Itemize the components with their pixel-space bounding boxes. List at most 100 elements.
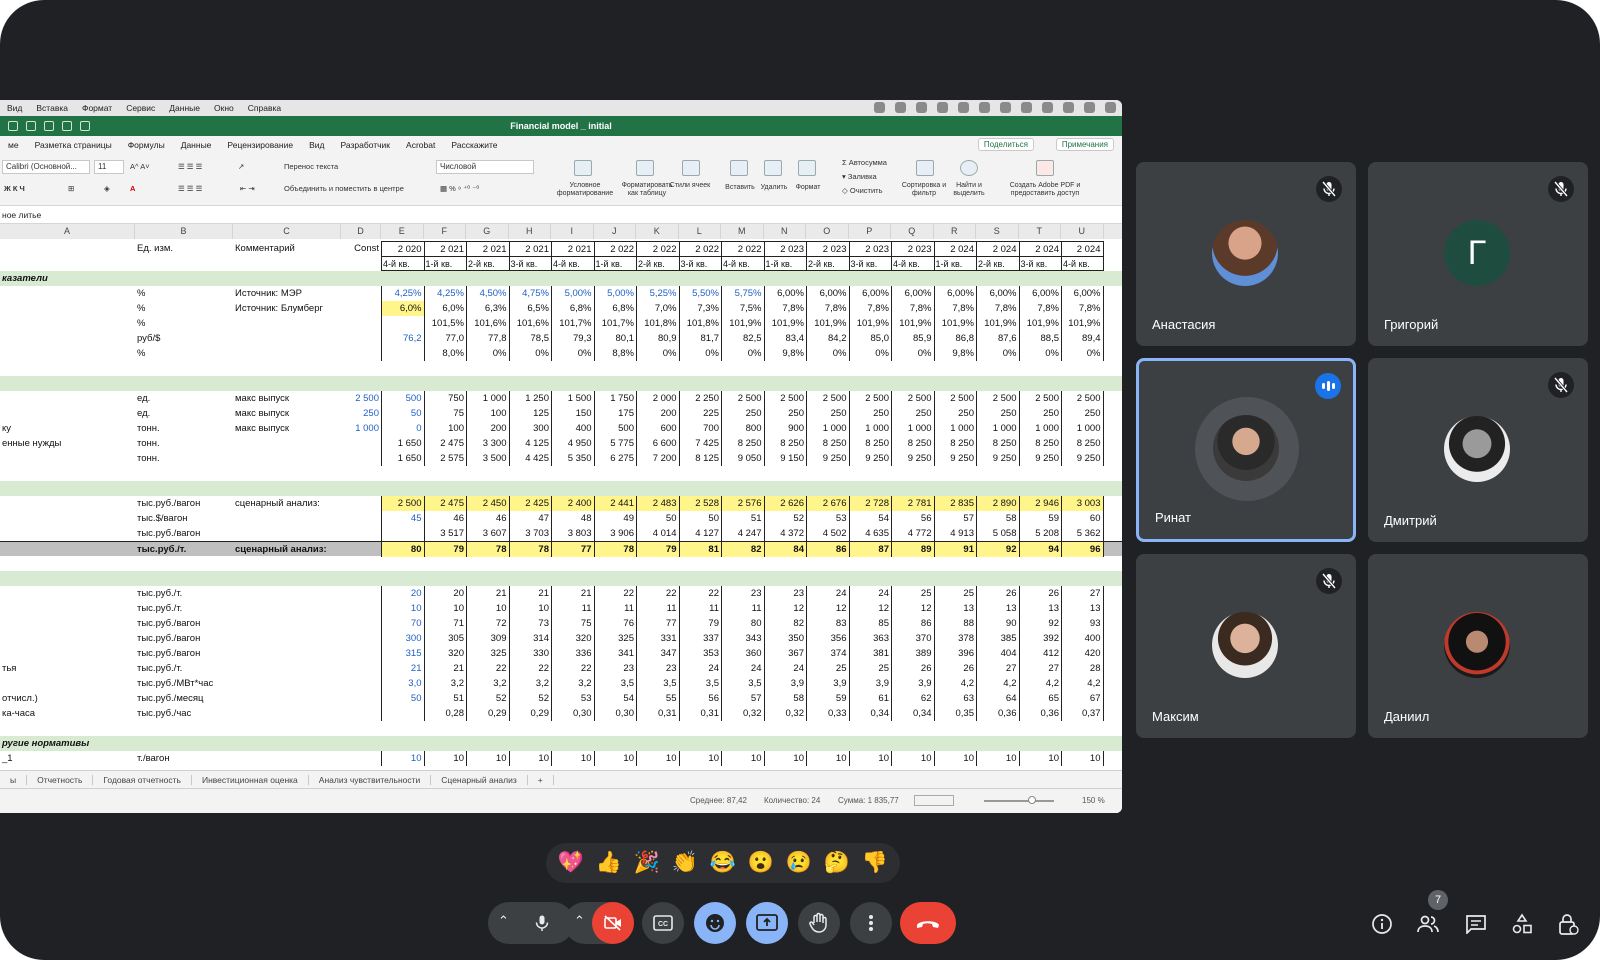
value-cell[interactable]: 71 (423, 616, 467, 631)
participant-tile[interactable]: Максим (1136, 554, 1356, 738)
value-cell[interactable]: 9 250 (1018, 451, 1062, 466)
value-cell[interactable]: 0,30 (593, 706, 637, 721)
value-cell[interactable]: 92 (976, 542, 1019, 557)
value-cell[interactable]: 7 425 (678, 436, 722, 451)
value-cell[interactable]: 420 (1061, 646, 1104, 661)
value-cell[interactable] (381, 316, 424, 331)
value-cell[interactable]: 87,6 (976, 331, 1019, 346)
value-cell[interactable]: 4,25% (423, 286, 467, 301)
value-cell[interactable]: 4,2 (1061, 676, 1104, 691)
value-cell[interactable]: 75 (423, 406, 467, 421)
value-cell[interactable]: 4 502 (806, 526, 849, 541)
value-cell[interactable]: 6,00% (891, 286, 934, 301)
value-cell[interactable]: 63 (933, 691, 977, 706)
value-cell[interactable]: 250 (721, 406, 764, 421)
value-cell[interactable]: 1 000 (466, 391, 509, 406)
value-cell[interactable]: 2 250 (678, 391, 722, 406)
value-cell[interactable]: 9 250 (933, 451, 977, 466)
value-cell[interactable]: 6 600 (636, 436, 679, 451)
value-cell[interactable]: 2 475 (423, 496, 466, 511)
value-cell[interactable]: 6,00% (806, 286, 849, 301)
value-cell[interactable]: 13 (933, 601, 977, 616)
value-cell[interactable]: 3,2 (466, 676, 509, 691)
value-cell[interactable]: 60 (1061, 511, 1104, 526)
participant-tile[interactable]: Анастасия (1136, 162, 1356, 346)
value-cell[interactable]: 58 (763, 691, 807, 706)
value-cell[interactable]: 500 (593, 421, 637, 436)
value-cell[interactable]: 79 (423, 542, 466, 557)
value-cell[interactable]: 8 250 (891, 436, 934, 451)
value-cell[interactable]: 250 (933, 406, 977, 421)
value-cell[interactable]: 78 (466, 542, 509, 557)
value-cell[interactable]: 12 (763, 601, 807, 616)
value-cell[interactable]: 7,8% (891, 301, 934, 316)
value-cell[interactable]: 0,30 (551, 706, 594, 721)
value-cell[interactable]: 77,0 (423, 331, 467, 346)
value-cell[interactable]: 27 (1018, 661, 1062, 676)
reaction-thumbs-down[interactable]: 👎 (862, 851, 888, 875)
value-cell[interactable]: 80 (721, 616, 764, 631)
value-cell[interactable]: 7,8% (763, 301, 807, 316)
value-cell[interactable]: 396 (933, 646, 977, 661)
value-cell[interactable]: 4,50% (466, 286, 509, 301)
value-cell[interactable]: 8 250 (933, 436, 977, 451)
value-cell[interactable]: 0% (721, 346, 764, 361)
value-cell[interactable]: 58 (976, 511, 1019, 526)
value-cell[interactable]: 5,00% (593, 286, 637, 301)
value-cell[interactable]: 22 (593, 586, 637, 601)
value-cell[interactable]: 300 (508, 421, 552, 436)
value-cell[interactable]: 1 000 (848, 421, 892, 436)
value-cell[interactable]: 20 (423, 586, 467, 601)
value-cell[interactable]: 6,0% (423, 301, 467, 316)
value-cell[interactable]: 6 275 (593, 451, 637, 466)
value-cell[interactable]: 52 (466, 691, 509, 706)
value-cell[interactable]: 73 (508, 616, 552, 631)
value-cell[interactable]: 92 (1018, 616, 1062, 631)
value-cell[interactable]: 1 650 (381, 436, 424, 451)
value-cell[interactable]: 24 (806, 586, 849, 601)
value-cell[interactable]: 85,0 (848, 331, 892, 346)
value-cell[interactable]: 353 (678, 646, 722, 661)
value-cell[interactable]: 800 (721, 421, 764, 436)
value-cell[interactable]: 93 (1061, 616, 1104, 631)
value-cell[interactable]: 27 (1061, 586, 1104, 601)
value-cell[interactable]: 51 (423, 691, 467, 706)
value-cell[interactable]: 200 (636, 406, 679, 421)
value-cell[interactable]: 9 250 (806, 451, 849, 466)
value-cell[interactable]: 101,9% (1061, 316, 1104, 331)
value-cell[interactable]: 4 247 (721, 526, 764, 541)
value-cell[interactable]: 7 200 (636, 451, 679, 466)
value-cell[interactable]: 46 (423, 511, 467, 526)
value-cell[interactable]: 9 150 (763, 451, 807, 466)
value-cell[interactable]: 1 000 (891, 421, 934, 436)
value-cell[interactable]: 3,9 (848, 676, 892, 691)
value-cell[interactable]: 9 250 (1061, 451, 1104, 466)
value-cell[interactable]: 24 (848, 586, 892, 601)
value-cell[interactable]: 0,31 (678, 706, 722, 721)
value-cell[interactable]: 77,8 (466, 331, 509, 346)
value-cell[interactable]: 4,2 (1018, 676, 1062, 691)
value-cell[interactable]: 11 (678, 601, 722, 616)
value-cell[interactable]: 89 (891, 542, 934, 557)
value-cell[interactable]: 356 (806, 631, 849, 646)
value-cell[interactable]: 10 (933, 751, 977, 766)
value-cell[interactable]: 4 635 (848, 526, 892, 541)
value-cell[interactable]: 77 (551, 542, 594, 557)
value-cell[interactable]: 88,5 (1018, 331, 1062, 346)
value-cell[interactable]: 0,33 (806, 706, 849, 721)
value-cell[interactable]: 88 (933, 616, 977, 631)
value-cell[interactable]: 0,37 (1061, 706, 1104, 721)
value-cell[interactable]: 6,00% (933, 286, 977, 301)
value-cell[interactable]: 25 (848, 661, 892, 676)
value-cell[interactable]: 7,3% (678, 301, 722, 316)
value-cell[interactable]: 370 (891, 631, 934, 646)
value-cell[interactable]: 0,34 (848, 706, 892, 721)
value-cell[interactable]: 400 (1061, 631, 1104, 646)
value-cell[interactable]: 91 (933, 542, 976, 557)
value-cell[interactable]: 3,5 (593, 676, 637, 691)
value-cell[interactable]: 9 250 (976, 451, 1019, 466)
value-cell[interactable]: 21 (508, 586, 552, 601)
value-cell[interactable]: 56 (678, 691, 722, 706)
value-cell[interactable]: 2 425 (508, 496, 551, 511)
reaction-sparkling-heart[interactable]: 💖 (558, 851, 584, 875)
